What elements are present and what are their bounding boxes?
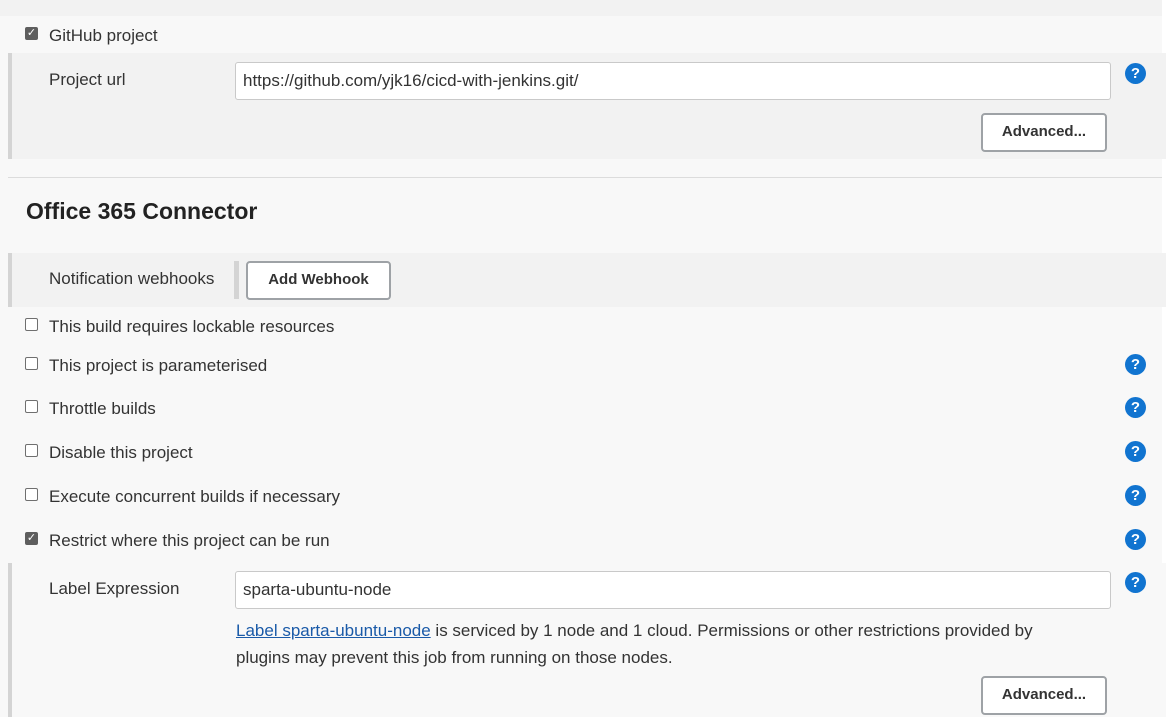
parameterised-help-icon[interactable]: ?	[1125, 354, 1146, 375]
restrict-where-run-checkbox[interactable]: ✓	[25, 532, 38, 545]
throttle-builds-help-icon[interactable]: ?	[1125, 397, 1146, 418]
restrict-advanced-button[interactable]: Advanced...	[981, 676, 1107, 715]
project-url-help-icon[interactable]: ?	[1125, 63, 1146, 84]
disable-project-label: Disable this project	[49, 443, 193, 462]
project-url-input[interactable]: https://github.com/yjk16/cicd-with-jenki…	[235, 62, 1111, 100]
notification-webhooks-label: Notification webhooks	[49, 269, 215, 288]
lockable-resources-label: This build requires lockable resources	[49, 317, 335, 336]
label-info-link[interactable]: Label sparta-ubuntu-node	[236, 621, 431, 640]
label-expression-input[interactable]: sparta-ubuntu-node	[235, 571, 1111, 609]
office365-section-title: Office 365 Connector	[26, 198, 258, 224]
concurrent-builds-label: Execute concurrent builds if necessary	[49, 487, 341, 506]
label-expression-label: Label Expression	[49, 579, 180, 598]
parameterised-checkbox[interactable]	[25, 357, 38, 370]
throttle-builds-checkbox[interactable]	[25, 400, 38, 413]
github-advanced-button[interactable]: Advanced...	[981, 113, 1107, 152]
lockable-resources-checkbox[interactable]	[25, 318, 38, 331]
top-band	[0, 0, 1162, 16]
label-info-text: Label sparta-ubuntu-node is serviced by …	[236, 617, 1096, 671]
label-info-line1: is serviced by 1 node and 1 cloud. Permi…	[430, 621, 1033, 640]
section-divider	[8, 177, 1162, 178]
disable-project-checkbox[interactable]	[25, 444, 38, 457]
label-expression-help-icon[interactable]: ?	[1125, 572, 1146, 593]
add-webhook-button[interactable]: Add Webhook	[246, 261, 391, 300]
restrict-where-run-label: Restrict where this project can be run	[49, 531, 330, 550]
disable-project-help-icon[interactable]: ?	[1125, 441, 1146, 462]
throttle-builds-label: Throttle builds	[49, 399, 156, 418]
webhooks-separator	[234, 261, 239, 299]
label-info-line2: plugins may prevent this job from runnin…	[236, 648, 673, 667]
github-project-checkbox[interactable]: ✓	[25, 27, 38, 40]
concurrent-builds-checkbox[interactable]	[25, 488, 38, 501]
restrict-where-run-help-icon[interactable]: ?	[1125, 529, 1146, 550]
concurrent-builds-help-icon[interactable]: ?	[1125, 485, 1146, 506]
parameterised-label: This project is parameterised	[49, 356, 268, 375]
project-url-label: Project url	[49, 70, 126, 89]
github-project-label: GitHub project	[49, 26, 158, 45]
